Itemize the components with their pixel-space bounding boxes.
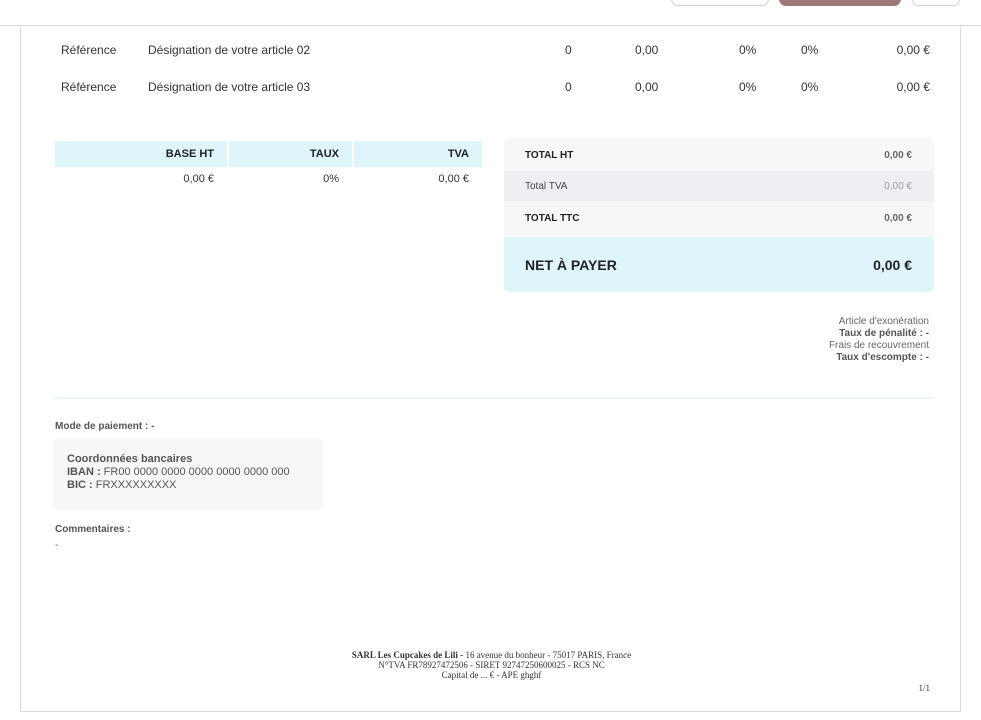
footer-line-3: Capital de ... € - APE ghghf <box>441 670 542 680</box>
iban-line: IBAN : FR00 0000 0000 0000 0000 0000 000 <box>67 466 290 478</box>
vat-cell-rate: 0% <box>323 173 339 185</box>
total-tva-label: Total TVA <box>525 181 568 192</box>
article-row: Référence Désignation de votre article 0… <box>21 80 962 100</box>
article-qty: 0 <box>565 43 572 57</box>
discount-rate: Taux d'escompte : - <box>836 352 929 363</box>
payment-mode: Mode de paiement : - <box>55 421 155 432</box>
footer-line-1: SARL Les Cupcakes de Lili - 16 avenue du… <box>21 650 962 660</box>
company-address: 16 avenue du bonheur - 75017 PARIS, Fran… <box>465 650 632 660</box>
article-vat-rate: 0% <box>801 43 819 57</box>
article-discount: 0% <box>739 80 757 94</box>
total-ht-row: TOTAL HT 0,00 € <box>504 138 934 171</box>
toolbar-primary-button[interactable] <box>779 0 901 6</box>
total-ttc-row: TOTAL TTC 0,00 € <box>504 201 934 237</box>
totals-panel: TOTAL HT 0,00 € Total TVA 0,00 € TOTAL T… <box>504 138 934 292</box>
article-row: Référence Désignation de votre article 0… <box>21 43 962 63</box>
comments-title: Commentaires : <box>55 524 131 535</box>
article-vat-rate: 0% <box>801 80 819 94</box>
article-total: 0,00 € <box>896 80 930 94</box>
toolbar-more-button[interactable] <box>912 0 960 6</box>
article-ref: Référence <box>61 43 117 57</box>
section-divider <box>54 397 934 399</box>
footer-line-2: N°TVA FR78927472506 - SIRET 927472506000… <box>378 660 605 670</box>
article-qty: 0 <box>565 80 572 94</box>
total-ttc-value: 0,00 € <box>884 213 912 224</box>
bic-line: BIC : FRXXXXXXXXX <box>67 479 177 491</box>
article-unit-price: 0,00 <box>635 80 659 94</box>
exoneration-note: Article d'exonération <box>838 316 929 327</box>
penalty-rate: Taux de pénalité : - <box>839 328 929 339</box>
toolbar <box>0 0 981 26</box>
vat-cell-amount: 0,00 € <box>438 173 469 185</box>
vat-header-base: BASE HT <box>55 141 227 167</box>
total-tva-row: Total TVA 0,00 € <box>504 171 934 201</box>
bic-value: FRXXXXXXXXX <box>95 479 177 491</box>
total-ht-value: 0,00 € <box>884 150 912 161</box>
iban-value: FR00 0000 0000 0000 0000 0000 000 <box>103 466 290 478</box>
legal-notes: Article d'exonération Taux de pénalité :… <box>829 316 929 364</box>
recovery-fees: Frais de recouvrement <box>828 340 929 351</box>
article-designation: Désignation de votre article 02 <box>148 43 311 57</box>
article-total: 0,00 € <box>896 43 930 57</box>
article-unit-price: 0,00 <box>635 43 659 57</box>
invoice-footer: SARL Les Cupcakes de Lili - 16 avenue du… <box>21 650 962 680</box>
page-number: 1/1 <box>918 683 930 693</box>
invoice-page: Référence Désignation de votre article 0… <box>20 26 961 712</box>
net-to-pay-value: 0,00 € <box>873 257 912 273</box>
net-to-pay-label: NET À PAYER <box>525 257 617 273</box>
bank-details-title: Coordonnées bancaires <box>67 453 193 465</box>
total-ttc-label: TOTAL TTC <box>525 213 580 224</box>
bank-details: Coordonnées bancaires IBAN : FR00 0000 0… <box>53 438 323 510</box>
total-ht-label: TOTAL HT <box>525 150 574 161</box>
net-to-pay-row: NET À PAYER 0,00 € <box>504 237 934 292</box>
article-designation: Désignation de votre article 03 <box>148 80 311 94</box>
article-discount: 0% <box>739 43 757 57</box>
toolbar-secondary-button[interactable] <box>671 0 769 6</box>
vat-header-rate: TAUX <box>229 141 352 167</box>
vat-header-amount: TVA <box>354 141 482 167</box>
article-ref: Référence <box>61 80 117 94</box>
vat-cell-base: 0,00 € <box>183 173 214 185</box>
comments-value: - <box>55 540 59 551</box>
total-tva-value: 0,00 € <box>884 181 912 192</box>
company-name: SARL Les Cupcakes de Lili - <box>351 650 464 660</box>
